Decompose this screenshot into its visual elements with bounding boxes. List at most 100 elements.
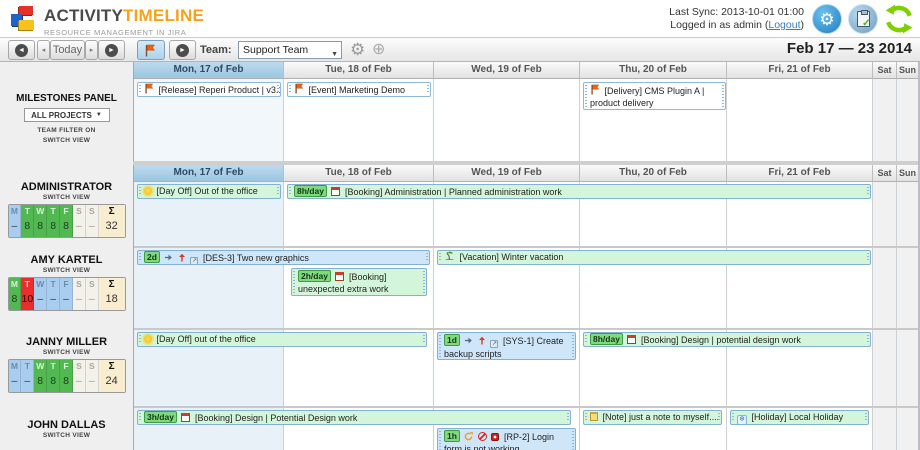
person-panel-janny-miller: JANNY MILLER SWITCH VIEW M– T– W8 T8 F8 … — [0, 336, 133, 393]
task-card[interactable]: 2d ↗ [DES-3] Two new graphics — [137, 250, 430, 265]
note-card[interactable]: [Note] just a note to myself.... — [583, 410, 722, 425]
issue-status-icon: ↗ — [490, 340, 498, 348]
day-header-row: Mon, 17 of Feb Tue, 18 of Feb Wed, 19 of… — [134, 62, 919, 79]
step-back-button[interactable]: ◂ — [37, 40, 50, 60]
day-header-wed[interactable]: Wed, 19 of Feb — [434, 62, 580, 79]
day-header-mon[interactable]: Mon, 17 of Feb — [134, 165, 284, 182]
priority-up-icon — [178, 253, 186, 262]
task-card[interactable]: 1d ↗ [SYS-1] Create backup scripts — [437, 332, 576, 360]
clipboard-glyph — [857, 11, 870, 27]
app-tagline: RESOURCE MANAGEMENT IN JIRA — [44, 28, 204, 37]
session-info: Last Sync: 2013-10-01 01:00 Logged in as… — [669, 6, 804, 32]
expand-button[interactable]: ► — [169, 40, 196, 60]
booking-card[interactable]: 2h/day [Booking] unexpected extra work — [291, 268, 427, 296]
holiday-card[interactable]: ❄ [Holiday] Local Holiday — [730, 410, 869, 425]
improvement-icon: ↗ — [190, 257, 198, 265]
sync-refresh-icon[interactable] — [884, 4, 914, 34]
add-team-icon[interactable]: ⊕ — [372, 40, 385, 60]
team-label: Team: — [200, 38, 232, 62]
last-sync-text: Last Sync: 2013-10-01 01:00 — [669, 6, 804, 19]
switch-view-link[interactable]: SWITCH VIEW — [0, 137, 133, 144]
sigma-icon: Σ — [99, 360, 125, 373]
week-total-cell: Σ24 — [99, 360, 125, 392]
card-text: [Holiday] Local Holiday — [752, 412, 844, 422]
settings-gear-icon[interactable]: ⚙ — [812, 4, 842, 34]
app-name-primary: ACTIVITY — [44, 6, 123, 25]
day-header-sun[interactable]: Sun — [897, 62, 919, 79]
day-header-sun[interactable]: Sun — [897, 165, 919, 182]
milestones-toggle-button[interactable] — [137, 40, 165, 60]
allocation-badge: 3h/day — [144, 411, 177, 423]
today-button[interactable]: Today — [50, 40, 85, 60]
switch-view-link[interactable]: SWITCH VIEW — [0, 432, 133, 439]
nav-right-icon: ► — [105, 44, 118, 57]
person-panel-amy-kartel: AMY KARTEL SWITCH VIEW M8 T10 W– T– F– S… — [0, 254, 133, 311]
milestone-card[interactable]: [Event] Marketing Demo — [287, 82, 431, 97]
dayoff-card[interactable]: [Day Off] out of the office — [137, 332, 427, 347]
day-header-fri[interactable]: Fri, 21 of Feb — [727, 62, 873, 79]
day-header-wed[interactable]: Wed, 19 of Feb — [434, 165, 580, 182]
person-panel-administrator: ADMINISTRATOR SWITCH VIEW M– T8 W8 T8 F8… — [0, 181, 133, 238]
app-header: ACTIVITYTIMELINE RESOURCE MANAGEMENT IN … — [0, 0, 920, 38]
booking-card[interactable]: 8h/day [Booking] Design | potential desi… — [583, 332, 871, 347]
day-header-thu[interactable]: Thu, 20 of Feb — [580, 62, 727, 79]
logout-link[interactable]: Logout — [768, 19, 800, 31]
all-projects-dropdown[interactable]: ALL PROJECTS ▼ — [24, 108, 110, 122]
note-icon — [590, 412, 598, 421]
reports-clipboard-icon[interactable] — [848, 4, 878, 34]
booking-calendar-icon — [181, 413, 190, 422]
card-text: [Note] just a note to myself.... — [603, 412, 720, 422]
allocation-badge: 8h/day — [294, 185, 327, 197]
milestone-card[interactable]: [Release] Reperi Product | v3.1 — [137, 82, 281, 97]
day-header-sat[interactable]: Sat — [873, 62, 897, 79]
booking-calendar-icon — [627, 335, 636, 344]
day-header-thu[interactable]: Thu, 20 of Feb — [580, 165, 727, 182]
sun-icon — [144, 335, 152, 343]
booking-card[interactable]: 8h/day [Booking] Administration | Planne… — [287, 184, 871, 199]
allocation-badge: 2d — [144, 251, 160, 263]
card-text: [Booking] Design | potential design work — [641, 335, 801, 345]
milestone-card[interactable]: [Delivery] CMS Plugin A | product delive… — [583, 82, 726, 110]
switch-view-link[interactable]: SWITCH VIEW — [0, 349, 133, 356]
booking-card[interactable]: 3h/day [Booking] Design | Potential Desi… — [137, 410, 571, 425]
team-select-value: Support Team — [243, 44, 308, 56]
team-settings-gear-icon[interactable]: ⚙ — [350, 40, 365, 60]
day-header-tue[interactable]: Tue, 18 of Feb — [284, 62, 434, 79]
person-panel-john-dallas: JOHN DALLAS SWITCH VIEW — [0, 419, 133, 439]
flag-icon — [144, 44, 156, 57]
task-card[interactable]: 1h [RP-2] Login form is not working — [437, 428, 576, 450]
flag-icon — [294, 83, 304, 94]
app-name-secondary: TIMELINE — [123, 6, 204, 25]
booking-calendar-icon — [331, 187, 340, 196]
allocation-badge: 8h/day — [590, 333, 623, 345]
day-header-fri[interactable]: Fri, 21 of Feb — [727, 165, 873, 182]
toolbar: ◄ ◂ Today ▸ ► ► Team: Support Team ▼ ⚙ ⊕… — [0, 38, 920, 62]
in-progress-icon — [464, 432, 473, 441]
step-forward-button[interactable]: ▸ — [85, 40, 98, 60]
chevron-left-icon: ◂ — [42, 46, 46, 54]
team-select[interactable]: Support Team ▼ — [238, 41, 342, 59]
day-header-row: Mon, 17 of Feb Tue, 18 of Feb Wed, 19 of… — [134, 165, 919, 182]
blocker-priority-icon — [478, 432, 487, 441]
week-total-cell: Σ32 — [99, 205, 125, 237]
day-header-mon[interactable]: Mon, 17 of Feb — [134, 62, 284, 79]
switch-view-link[interactable]: SWITCH VIEW — [0, 194, 133, 201]
team-filter-link[interactable]: TEAM FILTER ON — [0, 127, 133, 134]
flag-icon — [144, 83, 154, 94]
week-total-cell: Σ18 — [99, 278, 125, 310]
day-header-sat[interactable]: Sat — [873, 165, 897, 182]
vacation-card[interactable]: [Vacation] Winter vacation — [437, 250, 871, 265]
switch-view-link[interactable]: SWITCH VIEW — [0, 267, 133, 274]
dayoff-card[interactable]: [Day Off] Out of the office — [137, 184, 281, 199]
card-text: [DES-3] Two new graphics — [203, 253, 309, 263]
all-projects-label: ALL PROJECTS — [31, 111, 92, 120]
holiday-snowflake-icon: ❄ — [737, 415, 747, 425]
jump-forward-button[interactable]: ► — [98, 40, 125, 60]
activitytimeline-app: ACTIVITYTIMELINE RESOURCE MANAGEMENT IN … — [0, 0, 920, 450]
card-text: [Release] Reperi Product | v3.1 — [159, 85, 281, 95]
bug-icon — [491, 433, 499, 441]
sigma-icon: Σ — [99, 205, 125, 218]
card-text: [Event] Marketing Demo — [309, 85, 406, 95]
jump-back-button[interactable]: ◄ — [8, 40, 35, 60]
day-header-tue[interactable]: Tue, 18 of Feb — [284, 165, 434, 182]
